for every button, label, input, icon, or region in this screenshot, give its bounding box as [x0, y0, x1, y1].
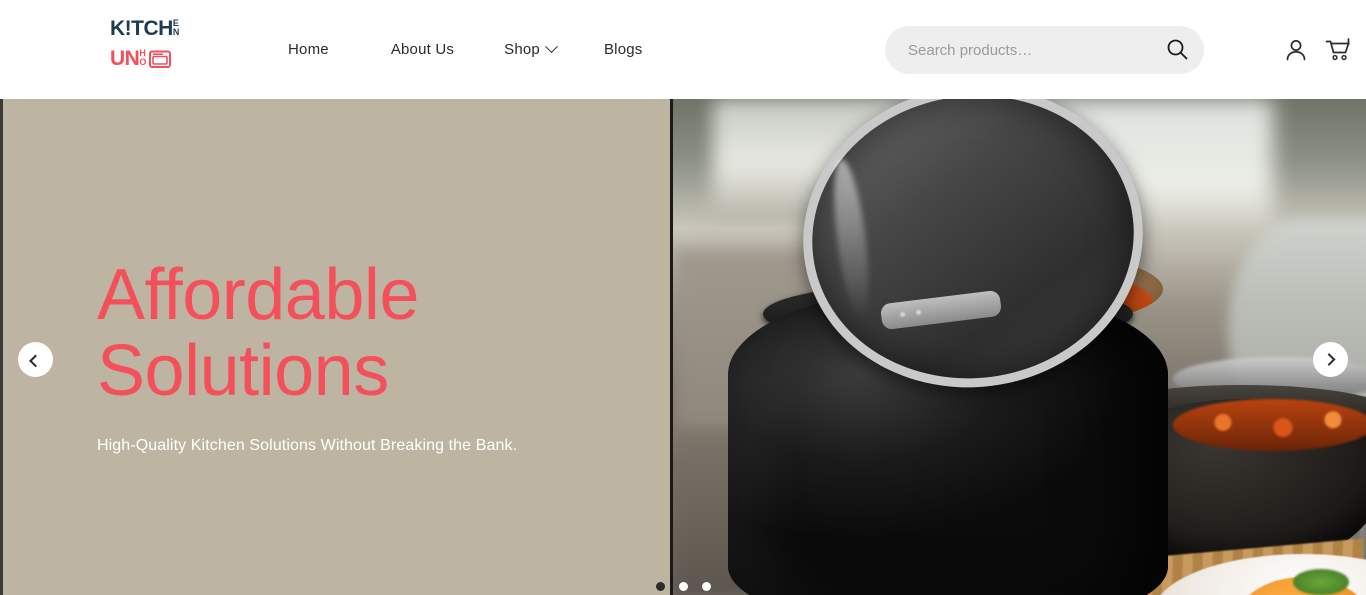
photo-bowl-food — [1173, 399, 1366, 451]
carousel-prev-button[interactable] — [18, 342, 53, 377]
logo-bottom-stack: H O — [139, 49, 146, 67]
nav-item-about-us-label: About Us — [390, 41, 455, 58]
nav-item-blogs-label: Blogs — [603, 41, 643, 58]
hero-copy: Affordable Solutions High-Quality Kitche… — [97, 257, 637, 455]
carousel-next-button[interactable] — [1313, 342, 1348, 377]
carousel-dot-1[interactable] — [655, 582, 665, 591]
site-logo[interactable]: K!TCH E N UN H O — [110, 18, 180, 82]
cart-icon[interactable] — [1325, 37, 1352, 63]
logo-top-stack-letter-2: N — [172, 27, 180, 37]
chevron-right-icon — [1322, 353, 1336, 366]
nav-item-about-us[interactable]: About Us — [391, 41, 454, 58]
photo-hinge-screw-1 — [898, 310, 907, 319]
photo-hinge-screw-2 — [914, 308, 923, 317]
hero-title-line-2: Solutions — [97, 331, 389, 411]
logo-bottom-row: UN H O — [110, 48, 180, 72]
nav-item-home-label: Home — [288, 41, 329, 58]
search-input[interactable] — [885, 41, 1150, 59]
hero-title-line-1: Affordable — [97, 255, 419, 335]
hero-carousel: Affordable Solutions High-Quality Kitche… — [0, 99, 1366, 595]
search-icon — [1166, 38, 1188, 63]
carousel-dots — [0, 582, 1366, 591]
nav-item-home[interactable]: Home — [288, 41, 329, 58]
main-navigation: Home About Us Shop Blogs — [288, 0, 643, 99]
photo-lid-highlight — [827, 157, 875, 320]
header-icon-group — [1283, 0, 1352, 99]
logo-top-stack: E N — [173, 19, 180, 37]
logo-bottom-text: UN — [110, 47, 140, 70]
search-button[interactable] — [1150, 26, 1204, 74]
nav-item-shop[interactable]: Shop — [504, 40, 558, 58]
carousel-dot-3[interactable] — [701, 582, 711, 591]
chevron-down-icon — [545, 40, 558, 54]
nav-item-shop-label: Shop — [504, 41, 540, 58]
hero-subtitle: High-Quality Kitchen Solutions Without B… — [97, 437, 518, 454]
logo-top-row: K!TCH E N — [110, 18, 180, 42]
logo-bottom-stack-letter-2: O — [139, 57, 147, 67]
oven-icon — [149, 49, 172, 74]
hero-product-photo — [673, 99, 1366, 595]
chevron-left-icon — [29, 354, 42, 368]
site-header: K!TCH E N UN H O Home About Us Shop Blog… — [0, 0, 1366, 99]
account-icon[interactable] — [1283, 37, 1309, 63]
search-bar[interactable] — [885, 26, 1204, 74]
hero-image-panel — [670, 99, 1366, 595]
nav-item-blogs[interactable]: Blogs — [604, 41, 643, 58]
logo-top-text: K!TCH — [110, 17, 173, 40]
carousel-dot-2[interactable] — [678, 582, 688, 591]
